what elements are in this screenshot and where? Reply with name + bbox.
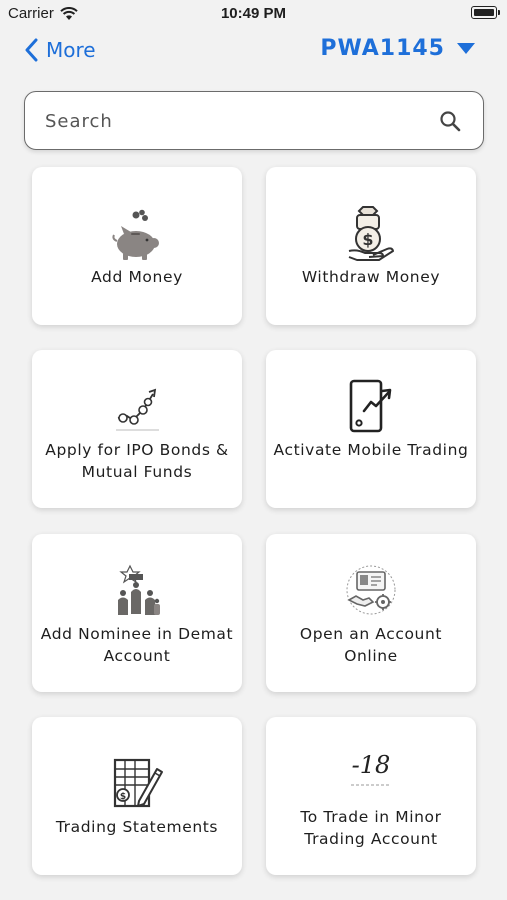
nominee-family-icon (118, 564, 160, 615)
open-account-online-card[interactable]: Open an Account Online (266, 534, 476, 692)
online-account-icon (346, 565, 396, 615)
caret-down-icon (457, 43, 475, 54)
svg-text:-18: -18 (352, 751, 391, 779)
statement-document-icon: $ (113, 758, 163, 808)
back-button-label: More (46, 38, 96, 62)
status-time: 10:49 PM (220, 5, 287, 22)
minor-trading-account-card[interactable]: -18 To Trade in Minor Trading Account (266, 717, 476, 875)
search-bar (24, 91, 484, 150)
status-bar: Carrier 10:49 PM (0, 0, 507, 30)
navigation-bar: More PWA1145 (0, 30, 507, 74)
piggy-bank-icon (112, 209, 159, 260)
card-label: Add Nominee in Demat Account (40, 625, 234, 665)
apply-ipo-card[interactable]: Apply for IPO Bonds & Mutual Funds (32, 350, 242, 508)
add-nominee-card[interactable]: Add Nominee in Demat Account (32, 534, 242, 692)
account-selector[interactable]: PWA1145 (320, 36, 475, 61)
svg-text:$: $ (362, 230, 373, 249)
card-label: Withdraw Money (301, 268, 441, 286)
card-label: To Trade in Minor Trading Account (300, 808, 442, 848)
card-label: Add Money (91, 268, 183, 286)
search-icon[interactable] (439, 110, 461, 132)
card-label: Activate Mobile Trading (273, 441, 469, 459)
chevron-left-icon (25, 38, 38, 62)
withdraw-money-card[interactable]: $ Withdraw Money (266, 167, 476, 325)
search-input[interactable] (45, 104, 425, 138)
minor-18-icon: -18 (351, 751, 391, 786)
mobile-trading-icon (349, 379, 392, 433)
cash-in-hand-icon: $ (348, 206, 394, 261)
trading-statements-card[interactable]: $ Trading Statements (32, 717, 242, 875)
card-label: Apply for IPO Bonds & Mutual Funds (45, 441, 229, 481)
svg-text:$: $ (120, 792, 126, 802)
back-button[interactable]: More (24, 38, 96, 62)
card-label: Open an Account Online (299, 625, 443, 665)
activate-mobile-trading-card[interactable]: Activate Mobile Trading (266, 350, 476, 508)
battery-icon (471, 6, 500, 19)
growth-chart-icon (116, 388, 159, 431)
add-money-card[interactable]: Add Money (32, 167, 242, 325)
card-label: Trading Statements (55, 818, 219, 836)
account-id: PWA1145 (320, 36, 445, 61)
